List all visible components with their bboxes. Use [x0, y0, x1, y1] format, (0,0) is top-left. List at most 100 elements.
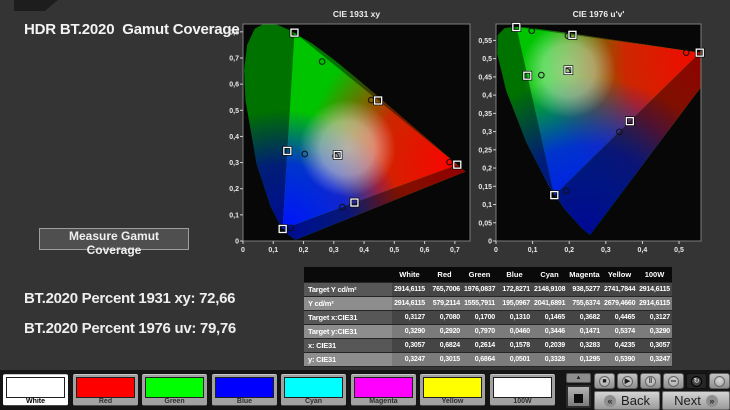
measure-gamut-coverage-button[interactable]: Measure Gamut Coverage [39, 228, 189, 257]
svg-text:0,05: 0,05 [478, 220, 492, 227]
svg-text:0,5: 0,5 [229, 108, 239, 115]
table-corner-cell [304, 267, 392, 283]
collapse-pattern-bar-button[interactable]: ▲ [566, 373, 591, 383]
cie-1931-chart: CIE 1931 xy 0 0,1 0,2 0,3 0,4 0,5 0,6 0,7 0 0,1 0,2… [229, 9, 471, 254]
pattern-swatch-red[interactable]: Red [73, 374, 138, 406]
pattern-swatch-cyan[interactable]: Cyan [281, 374, 346, 406]
swatch-color-chip [423, 377, 482, 398]
pattern-swatch-green[interactable]: Green [142, 374, 207, 406]
table-cell: 765,7006 [427, 282, 462, 297]
swatch-label: Red [98, 398, 113, 405]
svg-text:0,5: 0,5 [482, 56, 492, 63]
table-cell: 0,1471 [567, 324, 602, 339]
swatch-label: Green [164, 398, 185, 405]
stop-icon: ■ [599, 376, 610, 387]
table-cell: 0,2920 [427, 324, 462, 339]
table-cell: 0,3446 [532, 324, 567, 339]
chevron-left-icon: « [604, 394, 617, 407]
table-cell: 0,3290 [392, 324, 427, 339]
svg-text:0,3: 0,3 [229, 160, 239, 167]
svg-text:0,4: 0,4 [359, 247, 369, 254]
table-cell: 0,2614 [462, 338, 497, 353]
stop-button[interactable]: ■ [594, 373, 615, 389]
svg-text:0,7: 0,7 [450, 247, 460, 254]
pattern-swatch-magenta[interactable]: Magenta [351, 374, 416, 406]
table-cell: 0,3247 [637, 352, 672, 367]
table-cell: 0,3328 [532, 352, 567, 367]
svg-text:0,7: 0,7 [229, 55, 239, 62]
svg-text:0,1: 0,1 [229, 212, 239, 219]
cie-1976-chart: CIE 1976 u'v' 0 0,1 0,2 0,3 0,4 0,5 0 0,05 0,1 0,1… [478, 9, 705, 254]
table-cell: 0,7970 [462, 324, 497, 339]
svg-text:0,2: 0,2 [299, 247, 309, 254]
percent-1931-xy-readout: BT.2020 Percent 1931 xy: 72,66 [24, 290, 236, 307]
table-cell: 2914,6115 [392, 296, 427, 311]
table-cell: 0,5374 [602, 324, 637, 339]
svg-text:0,35: 0,35 [478, 111, 492, 118]
pattern-swatch-blue[interactable]: Blue [212, 374, 277, 406]
page-title: HDR BT.2020 Gamut Coverage [24, 21, 240, 38]
svg-text:0,4: 0,4 [482, 93, 492, 100]
table-cell: 579,2114 [427, 296, 462, 311]
row-label: x: CIE31 [304, 338, 392, 353]
swatch-color-chip [145, 377, 204, 398]
svg-text:0,2: 0,2 [564, 247, 574, 254]
row-label: Target y:CIE31 [304, 324, 392, 339]
play-button[interactable]: ▶ [617, 373, 638, 389]
table-cell: 2148,9108 [532, 282, 567, 297]
table-cell: 0,3127 [637, 310, 672, 325]
table-cell: 0,1295 [567, 352, 602, 367]
pause-icon: ‖ [645, 376, 656, 387]
pattern-swatch-white[interactable]: White [3, 374, 68, 406]
table-cell: 0,3127 [392, 310, 427, 325]
svg-text:0,3: 0,3 [601, 247, 611, 254]
column-header-100w: 100W [637, 267, 672, 283]
svg-text:0,1: 0,1 [528, 247, 538, 254]
svg-text:0,45: 0,45 [478, 74, 492, 81]
svg-text:0: 0 [235, 239, 239, 246]
swatch-label: 100W [513, 398, 532, 405]
svg-text:0,3: 0,3 [329, 247, 339, 254]
loop-button[interactable]: ↻ [686, 373, 707, 389]
back-button[interactable]: « Back [594, 391, 660, 410]
status-button[interactable] [709, 373, 730, 389]
svg-text:CIE 1931 xy: CIE 1931 xy [333, 9, 381, 19]
table-cell: 2914,6115 [637, 282, 672, 297]
table-cell: 0,3057 [637, 338, 672, 353]
app-window: HDR BT.2020 Gamut Coverage CIE 1931 xy 0 0… [0, 0, 730, 410]
next-button[interactable]: Next » [662, 391, 730, 410]
table-cell: 1976,0837 [462, 282, 497, 297]
table-cell: 0,6824 [427, 338, 462, 353]
table-cell: 0,1465 [532, 310, 567, 325]
table-cell: 0,3682 [567, 310, 602, 325]
table-cell: 0,3283 [567, 338, 602, 353]
swatch-color-chip [6, 377, 65, 398]
svg-text:0,8: 0,8 [229, 29, 239, 36]
pattern-swatch-100w[interactable]: 100W [490, 374, 555, 406]
pause-button[interactable]: ‖ [640, 373, 661, 389]
swatch-label: Yellow [441, 398, 464, 405]
column-header-cyan: Cyan [532, 267, 567, 283]
column-header-blue: Blue [497, 267, 532, 283]
stop-square-icon [574, 394, 583, 403]
table-row: Y cd/m² 2914,6115 579,2114 1555,7911 195,096… [304, 296, 672, 311]
row-label: Target x:CIE31 [304, 310, 392, 325]
pattern-swatch-yellow[interactable]: Yellow [420, 374, 485, 406]
svg-text:0,5: 0,5 [389, 247, 399, 254]
svg-text:0: 0 [488, 239, 492, 246]
row-label: Target Y cd/m² [304, 282, 392, 297]
chevron-right-icon: » [705, 394, 718, 407]
table-row: Target x:CIE31 0,3127 0,7080 0,1700 0,1310 0,… [304, 310, 672, 325]
gamut-table-header: White Red Green Blue Cyan Magenta Yellow 100W [304, 267, 672, 283]
table-cell: 172,8271 [497, 282, 532, 297]
table-cell: 0,1310 [497, 310, 532, 325]
column-header-magenta: Magenta [567, 267, 602, 283]
svg-text:CIE 1976 u'v': CIE 1976 u'v' [573, 9, 625, 19]
table-row: Target y:CIE31 0,3290 0,2920 0,7970 0,0460 0,… [304, 324, 672, 339]
table-cell: 938,5277 [567, 282, 602, 297]
continuous-button[interactable]: ∞ [663, 373, 684, 389]
svg-text:0,6: 0,6 [420, 247, 430, 254]
svg-text:0,15: 0,15 [478, 184, 492, 191]
svg-text:0,6: 0,6 [229, 82, 239, 89]
pattern-window-stop-button[interactable] [566, 385, 591, 408]
